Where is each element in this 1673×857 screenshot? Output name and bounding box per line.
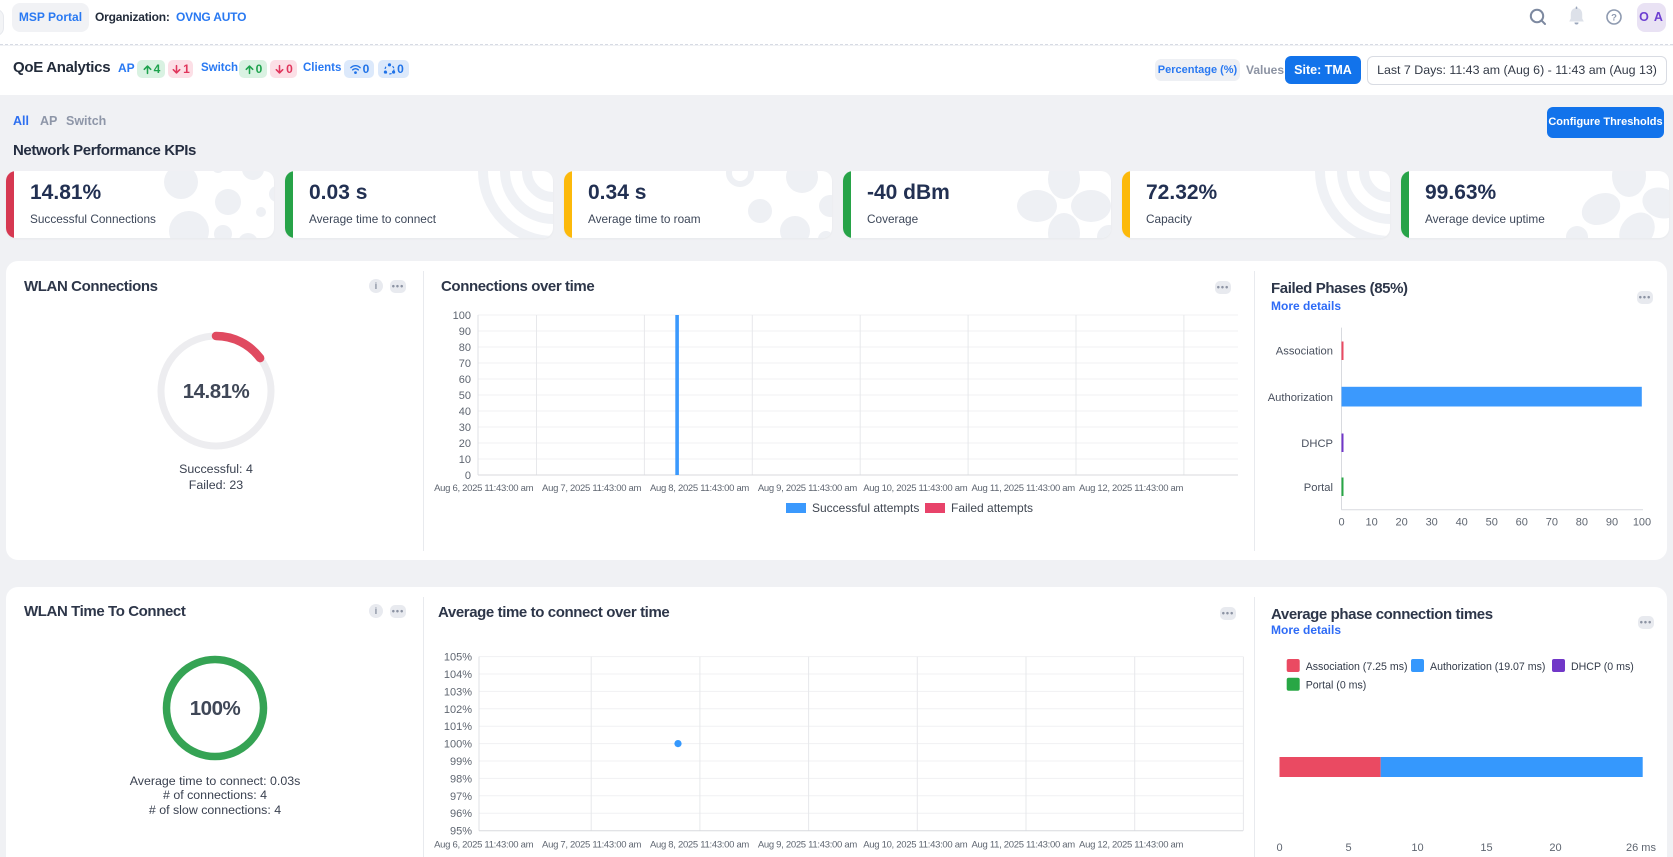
svg-text:Aug 6, 2025 11:43:00 am: Aug 6, 2025 11:43:00 am <box>434 483 533 494</box>
svg-text:Aug 10, 2025 11:43:00 am: Aug 10, 2025 11:43:00 am <box>863 840 967 851</box>
svg-text:99%: 99% <box>450 756 472 768</box>
svg-text:Aug 7, 2025 11:43:00 am: Aug 7, 2025 11:43:00 am <box>542 840 641 851</box>
svg-text:0: 0 <box>1276 842 1282 854</box>
svg-text:97%: 97% <box>450 791 472 803</box>
svg-text:70: 70 <box>1546 517 1558 529</box>
svg-text:30: 30 <box>1426 517 1438 529</box>
svg-text:Association (7.25 ms): Association (7.25 ms) <box>1306 661 1408 673</box>
svg-text:DHCP: DHCP <box>1301 438 1333 450</box>
svg-text:0: 0 <box>1338 517 1344 529</box>
svg-text:5: 5 <box>1345 842 1351 854</box>
svg-text:102%: 102% <box>444 704 472 716</box>
svg-text:Authorization: Authorization <box>1268 392 1333 404</box>
svg-text:Association: Association <box>1276 346 1333 358</box>
svg-text:104%: 104% <box>444 669 472 681</box>
svg-text:Aug 12, 2025 11:43:00 am: Aug 12, 2025 11:43:00 am <box>1079 483 1183 494</box>
svg-text:Failed attempts: Failed attempts <box>951 501 1033 515</box>
svg-text:40: 40 <box>1456 517 1468 529</box>
svg-text:95%: 95% <box>450 826 472 838</box>
svg-text:26 ms: 26 ms <box>1626 842 1656 854</box>
svg-text:Aug 8, 2025 11:43:00 am: Aug 8, 2025 11:43:00 am <box>650 483 749 494</box>
svg-text:100%: 100% <box>444 739 472 751</box>
svg-text:Authorization (19.07 ms): Authorization (19.07 ms) <box>1430 661 1545 673</box>
svg-text:40: 40 <box>459 406 471 418</box>
svg-text:10: 10 <box>459 454 471 466</box>
svg-text:80: 80 <box>459 342 471 354</box>
svg-text:103%: 103% <box>444 686 472 698</box>
svg-text:Aug 9, 2025 11:43:00 am: Aug 9, 2025 11:43:00 am <box>758 840 857 851</box>
svg-text:20: 20 <box>459 438 471 450</box>
svg-text:105%: 105% <box>444 652 472 664</box>
svg-text:Successful attempts: Successful attempts <box>812 501 919 515</box>
svg-text:101%: 101% <box>444 721 472 733</box>
svg-text:Aug 7, 2025 11:43:00 am: Aug 7, 2025 11:43:00 am <box>542 483 641 494</box>
svg-text:20: 20 <box>1549 842 1561 854</box>
svg-text:Aug 11, 2025 11:43:00 am: Aug 11, 2025 11:43:00 am <box>972 840 1076 851</box>
svg-text:70: 70 <box>459 358 471 370</box>
svg-text:0: 0 <box>465 470 471 482</box>
svg-text:50: 50 <box>1486 517 1498 529</box>
svg-text:15: 15 <box>1480 842 1492 854</box>
svg-text:60: 60 <box>1516 517 1528 529</box>
svg-text:90: 90 <box>459 326 471 338</box>
svg-text:100: 100 <box>453 310 471 322</box>
svg-text:100%: 100% <box>190 697 241 720</box>
svg-text:50: 50 <box>459 390 471 402</box>
svg-text:Portal (0 ms): Portal (0 ms) <box>1306 680 1367 692</box>
svg-text:80: 80 <box>1576 517 1588 529</box>
svg-text:Aug 11, 2025 11:43:00 am: Aug 11, 2025 11:43:00 am <box>972 483 1076 494</box>
svg-text:Aug 9, 2025 11:43:00 am: Aug 9, 2025 11:43:00 am <box>758 483 857 494</box>
svg-text:Aug 8, 2025 11:43:00 am: Aug 8, 2025 11:43:00 am <box>650 840 749 851</box>
svg-text:Portal: Portal <box>1304 482 1333 494</box>
svg-text:?: ? <box>1611 12 1617 23</box>
svg-text:Aug 10, 2025 11:43:00 am: Aug 10, 2025 11:43:00 am <box>863 483 967 494</box>
svg-text:30: 30 <box>459 422 471 434</box>
svg-text:90: 90 <box>1606 517 1618 529</box>
svg-text:20: 20 <box>1395 517 1407 529</box>
svg-text:DHCP (0 ms): DHCP (0 ms) <box>1571 661 1634 673</box>
svg-text:100: 100 <box>1633 517 1651 529</box>
svg-text:98%: 98% <box>450 773 472 785</box>
svg-text:Aug 12, 2025 11:43:00 am: Aug 12, 2025 11:43:00 am <box>1079 840 1183 851</box>
svg-text:10: 10 <box>1411 842 1423 854</box>
svg-text:60: 60 <box>459 374 471 386</box>
svg-text:10: 10 <box>1365 517 1377 529</box>
svg-text:14.81%: 14.81% <box>183 380 250 403</box>
svg-text:96%: 96% <box>450 808 472 820</box>
svg-text:Aug 6, 2025 11:43:00 am: Aug 6, 2025 11:43:00 am <box>434 840 533 851</box>
